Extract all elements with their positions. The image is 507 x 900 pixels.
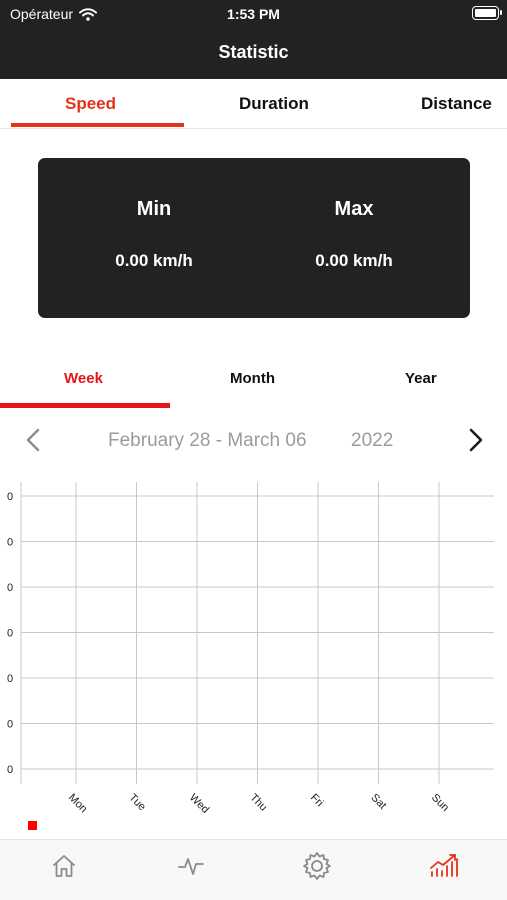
chevron-right-icon	[469, 428, 483, 452]
previous-period-button[interactable]	[18, 422, 48, 458]
battery-icon	[472, 6, 502, 20]
max-label: Max	[334, 198, 374, 220]
date-navigator: February 28 - March 06 2022	[0, 420, 507, 462]
tab-statistics[interactable]	[424, 848, 464, 884]
y-tick-label: 0	[7, 537, 13, 549]
settings-icon	[303, 852, 331, 880]
next-period-button[interactable]	[461, 422, 491, 458]
min-block: Min 0.00 km/h	[74, 198, 234, 271]
speed-chart: 0 0 0 0 0 0 0 Mon Tue Wed Thu Fri Sat Sun	[7, 482, 494, 816]
navigation-bar: Opérateur 1:53 PM Statistic	[0, 0, 507, 79]
x-tick-label: Wed	[187, 792, 211, 816]
y-tick-label: 0	[7, 582, 13, 594]
min-value: 0.00 km/h	[115, 251, 193, 270]
y-tick-label: 0	[7, 491, 13, 503]
x-tick-label: Thu	[247, 792, 269, 814]
home-icon	[53, 855, 75, 877]
date-year-label: 2022	[351, 430, 394, 451]
y-tick-label: 0	[7, 719, 13, 731]
y-tick-label: 0	[7, 764, 13, 776]
tab-distance[interactable]: Distance	[421, 94, 492, 114]
min-label: Min	[136, 198, 172, 220]
x-tick-label: Tue	[126, 792, 148, 814]
y-tick-label: 0	[7, 628, 13, 640]
date-range-label: February 28 - March 06	[108, 430, 307, 451]
metric-tab-bar: Speed Duration Distance	[0, 79, 507, 129]
status-bar: Opérateur 1:53 PM	[0, 0, 507, 28]
tab-selection-indicator	[11, 123, 184, 127]
x-tick-label: Mon	[66, 792, 90, 816]
legend-marker	[28, 821, 37, 830]
bottom-tab-bar	[0, 839, 507, 900]
tab-week[interactable]: Week	[64, 370, 103, 387]
statistics-icon	[430, 854, 458, 877]
page-title: Statistic	[218, 42, 289, 62]
tab-year[interactable]: Year	[405, 370, 437, 387]
activity-icon	[178, 858, 204, 875]
tab-duration[interactable]: Duration	[239, 94, 309, 114]
x-tick-label: Fri	[308, 792, 326, 810]
summary-card: Min 0.00 km/h Max 0.00 km/h	[38, 158, 470, 318]
tab-activity[interactable]	[171, 848, 211, 884]
max-block: Max 0.00 km/h	[274, 198, 434, 271]
y-tick-label: 0	[7, 673, 13, 685]
tab-month[interactable]: Month	[230, 370, 275, 387]
status-time: 1:53 PM	[227, 6, 280, 22]
tab-home[interactable]	[44, 848, 84, 884]
tab-speed[interactable]: Speed	[65, 94, 116, 114]
x-tick-label: Sat	[368, 792, 388, 812]
max-value: 0.00 km/h	[315, 251, 393, 270]
period-selection-indicator	[0, 403, 170, 408]
tab-settings[interactable]	[297, 848, 337, 884]
chevron-left-icon	[26, 428, 40, 452]
x-tick-label: Sun	[429, 792, 451, 814]
